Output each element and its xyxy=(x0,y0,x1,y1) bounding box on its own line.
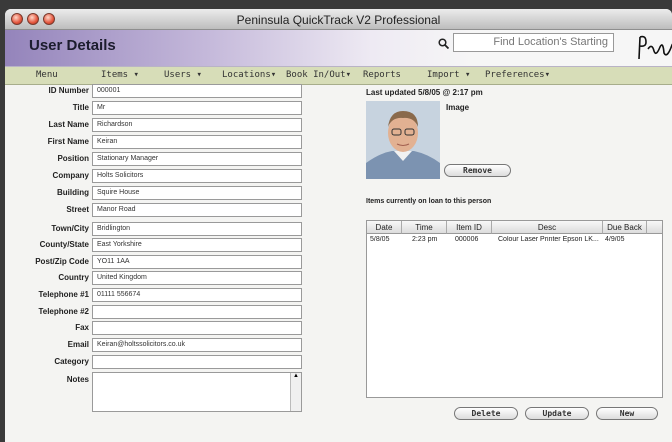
last-name-field[interactable]: Richardson xyxy=(92,118,302,132)
nav-import-label: Import xyxy=(427,70,460,80)
nav-book-label: Book In/Out xyxy=(286,70,346,80)
label-telephone-1: Telephone #1 xyxy=(38,290,89,299)
label-fax: Fax xyxy=(75,323,89,332)
page-title: User Details xyxy=(29,37,116,54)
label-street: Street xyxy=(66,205,89,214)
chevron-down-icon: ▾ xyxy=(196,70,202,80)
new-button[interactable]: New xyxy=(596,407,658,420)
label-building: Building xyxy=(57,188,89,197)
column-header-desc[interactable]: Desc xyxy=(492,221,603,234)
app-window: Peninsula QuickTrack V2 Professional Use… xyxy=(5,9,672,442)
nav-locations[interactable]: Locations▾ xyxy=(222,70,276,80)
remove-image-button[interactable]: Remove xyxy=(444,164,511,177)
nav-reports[interactable]: Reports xyxy=(363,70,401,80)
email-field[interactable]: Keiran@holtssolicitors.co.uk xyxy=(92,338,302,352)
chevron-down-icon: ▾ xyxy=(270,70,277,80)
label-position: Position xyxy=(57,154,89,163)
notes-textarea[interactable]: ▲ xyxy=(92,372,302,412)
cell-due-back: 4/9/05 xyxy=(605,236,625,243)
column-header-time[interactable]: Time xyxy=(402,221,447,234)
loans-table: Date Time Item ID Desc Due Back 5/8/05 2… xyxy=(366,220,663,398)
window-title: Peninsula QuickTrack V2 Professional xyxy=(236,13,441,27)
label-email: Email xyxy=(67,340,89,349)
cell-time: 2:23 pm xyxy=(412,236,438,243)
label-company: Company xyxy=(52,171,89,180)
cell-item-id: 000006 xyxy=(455,236,479,243)
label-title: Title xyxy=(72,103,89,112)
nav-items[interactable]: Items ▾ xyxy=(101,70,139,80)
column-header-due-back[interactable]: Due Back xyxy=(603,221,647,234)
search-input[interactable]: Find Location's Starting xyxy=(453,33,614,52)
id-number-field[interactable]: 000001 xyxy=(92,84,302,98)
company-field[interactable]: Holts Solicitors xyxy=(92,169,302,183)
position-field[interactable]: Stationary Manager xyxy=(92,152,302,166)
nav-menu[interactable]: Menu xyxy=(36,70,58,80)
label-id-number: ID Number xyxy=(48,86,89,95)
logo xyxy=(636,33,672,63)
image-label: Image xyxy=(446,103,470,112)
chevron-down-icon: ▾ xyxy=(464,70,471,80)
user-photo xyxy=(366,101,440,179)
label-first-name: First Name xyxy=(47,137,89,146)
nav-users[interactable]: Users ▾ xyxy=(164,70,202,80)
label-post-zip-code: Post/Zip Code xyxy=(35,257,89,266)
nav-book-in-out[interactable]: Book In/Out▾ xyxy=(286,70,351,80)
telephone-2-field[interactable] xyxy=(92,305,302,319)
town-city-field[interactable]: Bridlington xyxy=(92,222,302,236)
label-notes: Notes xyxy=(66,375,89,384)
building-field[interactable]: Squire House xyxy=(92,186,302,200)
county-state-field[interactable]: East Yorkshire xyxy=(92,238,302,252)
nav-locations-label: Locations xyxy=(222,70,271,80)
nav-users-label: Users xyxy=(164,70,192,80)
column-header-item-id[interactable]: Item ID xyxy=(447,221,492,234)
label-telephone-2: Telephone #2 xyxy=(38,307,89,316)
title-bar: Peninsula QuickTrack V2 Professional xyxy=(5,9,672,30)
first-name-field[interactable]: Keiran xyxy=(92,135,302,149)
post-zip-code-field[interactable]: YO11 1AA xyxy=(92,255,302,269)
nav-items-label: Items xyxy=(101,70,129,80)
scroll-up-arrow-icon[interactable]: ▲ xyxy=(293,373,299,379)
title-field[interactable]: Mr xyxy=(92,101,302,115)
nav-import[interactable]: Import ▾ xyxy=(427,70,470,80)
label-category: Category xyxy=(54,357,89,366)
street-field[interactable]: Manor Road xyxy=(92,203,302,217)
page-header: User Details Find Location's Starting xyxy=(5,30,672,67)
chevron-down-icon: ▾ xyxy=(133,70,139,80)
chevron-down-icon: ▾ xyxy=(544,70,551,80)
menu-bar: Menu Items ▾ Users ▾ Locations▾ Book In/… xyxy=(5,67,672,85)
cell-desc: Colour Laser Printer Epson LK... xyxy=(498,236,599,243)
country-field[interactable]: United Kingdom xyxy=(92,271,302,285)
category-field[interactable] xyxy=(92,355,302,369)
chevron-down-icon: ▾ xyxy=(345,70,352,80)
column-header-spacer xyxy=(647,221,662,234)
notes-scrollbar[interactable]: ▲ xyxy=(290,373,301,411)
update-button[interactable]: Update xyxy=(525,407,589,420)
column-header-date[interactable]: Date xyxy=(367,221,402,234)
delete-button[interactable]: Delete xyxy=(454,407,518,420)
search-icon[interactable] xyxy=(438,38,450,52)
nav-preferences[interactable]: Preferences▾ xyxy=(485,70,550,80)
nav-preferences-label: Preferences xyxy=(485,70,545,80)
loans-title: Items currently on loan to this person xyxy=(366,198,492,205)
label-last-name: Last Name xyxy=(48,120,89,129)
cell-date: 5/8/05 xyxy=(370,236,390,243)
label-county-state: County/State xyxy=(39,240,89,249)
telephone-1-field[interactable]: 01111 556674 xyxy=(92,288,302,302)
fax-field[interactable] xyxy=(92,321,302,335)
label-town-city: Town/City xyxy=(51,224,89,233)
label-country: Country xyxy=(58,273,89,282)
last-updated-text: Last updated 5/8/05 @ 2:17 pm xyxy=(366,88,483,97)
